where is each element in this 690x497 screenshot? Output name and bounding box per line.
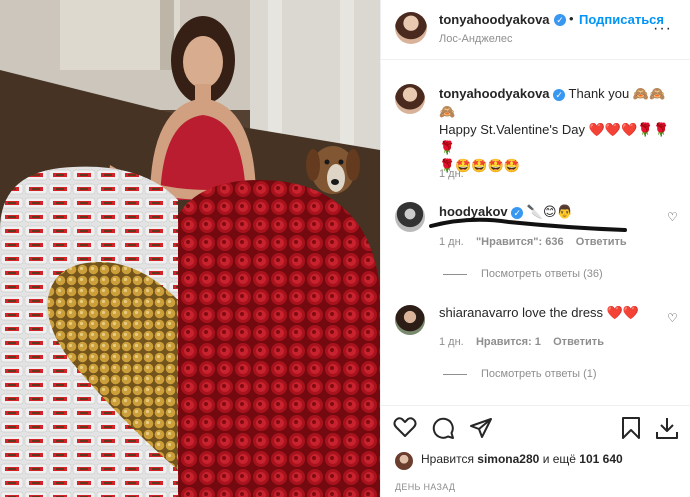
reply-button[interactable]: Ответить [576,236,627,248]
post-side-panel: tonyahoodyakova ✓ • Подписаться Лос-Андж… [380,0,690,497]
comment-like-heart-icon[interactable]: ♡ [667,311,678,325]
comment-time[interactable]: 1 дн. [439,236,464,248]
comment-likes[interactable]: "Нравится": 636 [476,236,564,248]
bookmark-icon[interactable] [621,416,641,440]
liker-username[interactable]: simona280 [477,452,539,466]
comment-like-heart-icon[interactable]: ♡ [667,210,678,224]
heart-icon[interactable] [393,416,417,438]
replies-divider [443,273,467,275]
verified-badge-icon: ✓ [553,88,566,101]
view-replies-button[interactable]: Посмотреть ответы (1) [443,368,597,380]
caption-line-1: Thank you 🙈🙈 [568,86,666,101]
action-bar [381,405,690,445]
comment-meta: 1 дн. "Нравится": 636 Ответить [439,236,627,248]
post-image [0,0,380,497]
owner-username[interactable]: tonyahoodyakova [439,12,550,27]
comment-time[interactable]: 1 дн. [439,336,464,348]
likes-summary[interactable]: Нравится simona280 и ещё 101 640 [421,452,623,466]
replies-divider [443,373,467,375]
comment-text: love the dress ❤️❤️ [522,305,640,320]
comment-username[interactable]: shiaranavarro [439,305,519,320]
instagram-post: tonyahoodyakova ✓ • Подписаться Лос-Андж… [0,0,690,497]
likes-middle: и ещё [542,452,576,466]
caption-line-3: Happy St.Valentine's Day ❤️❤️❤️🌹🌹🌹 [439,122,670,155]
view-replies-label: Посмотреть ответы (1) [481,368,597,380]
scribble-mark [429,217,627,232]
comment-likes[interactable]: Нравится: 1 [476,336,541,348]
liker-avatar[interactable] [395,452,413,470]
comment-icon[interactable] [431,416,455,440]
caption-line-2: 🙈 [439,104,456,119]
follow-button[interactable]: Подписаться [579,12,664,27]
caption-username[interactable]: tonyahoodyakova [439,86,550,101]
view-replies-label: Посмотреть ответы (36) [481,268,603,280]
comment-avatar[interactable] [395,305,425,335]
post-header: tonyahoodyakova ✓ • Подписаться Лос-Андж… [381,0,690,60]
likes-prefix: Нравится [421,452,474,466]
likes-count[interactable]: 101 640 [579,452,622,466]
more-options-icon[interactable]: ··· [653,20,672,38]
reply-button[interactable]: Ответить [553,336,604,348]
download-icon[interactable] [655,416,679,440]
post-photo[interactable] [0,0,380,497]
owner-avatar[interactable] [395,12,427,44]
caption-avatar[interactable] [395,84,425,114]
caption-time[interactable]: 1 дн. [439,168,464,180]
view-replies-button[interactable]: Посмотреть ответы (36) [443,268,603,280]
comment: shiaranavarro love the dress ❤️❤️ [439,304,639,322]
caption: tonyahoodyakova ✓ Thank you 🙈🙈 🙈 Happy S… [439,85,679,175]
location-link[interactable]: Лос-Анджелес [439,33,512,45]
header-dot: • [569,11,574,26]
send-icon[interactable] [469,416,493,440]
post-date[interactable]: ДЕНЬ НАЗАД [395,482,455,492]
comment-avatar[interactable] [395,202,425,232]
verified-badge-icon: ✓ [554,14,566,26]
comment-meta: 1 дн. Нравится: 1 Ответить [439,336,604,348]
